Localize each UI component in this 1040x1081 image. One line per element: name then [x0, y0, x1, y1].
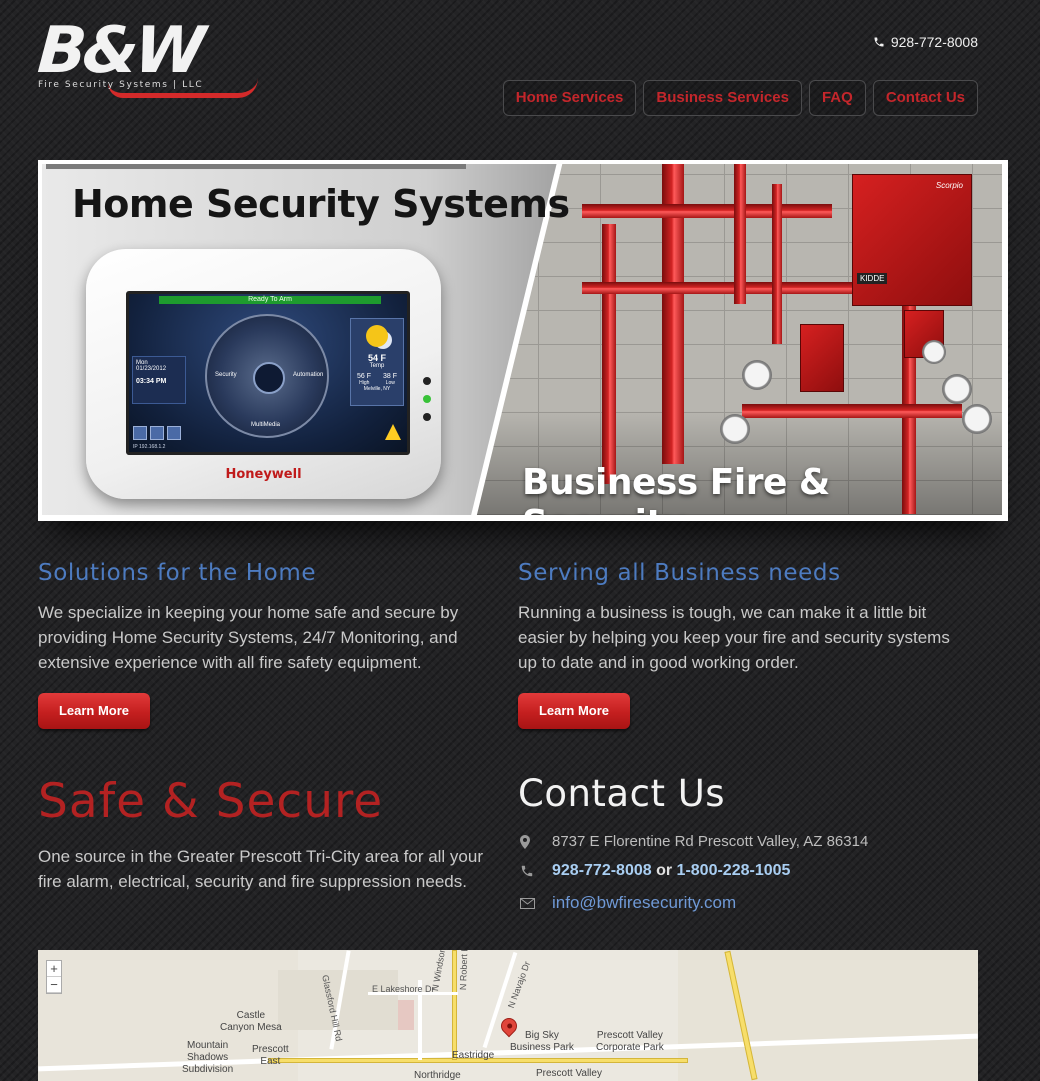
map-road-label: N Windsong Dr	[430, 950, 451, 992]
hero-top-bar	[46, 164, 466, 169]
contact-address-row: 8737 E Florentine Rd Prescott Valley, AZ…	[518, 833, 868, 850]
business-section-title: Serving all Business needs	[518, 560, 841, 586]
panel-weather: 54 F Temp 56 F 38 F High Low Melville, N…	[350, 318, 404, 406]
panel-location: Melville, NY	[363, 386, 391, 392]
contact-phone-or: or	[656, 862, 673, 879]
business-learn-more-button[interactable]: Learn More	[518, 693, 630, 729]
phone-icon	[874, 37, 884, 47]
nav-faq[interactable]: FAQ	[808, 80, 866, 116]
map-road-highway	[452, 950, 457, 1060]
hero-business-title: Business Fire & Security	[522, 462, 830, 515]
led-icon	[423, 395, 431, 403]
contact-title: Contact Us	[518, 772, 726, 815]
pipe	[582, 282, 882, 294]
main-nav: Home Services Business Services FAQ Cont…	[502, 80, 978, 116]
contact-email-link[interactable]: info@bwfiresecurity.com	[552, 893, 736, 913]
map-place-label: Prescott East	[252, 1044, 289, 1067]
panel-time: 03:34 PM	[136, 378, 167, 385]
map-road-label: E Lakeshore Dr	[372, 984, 435, 994]
home-learn-more-button[interactable]: Learn More	[38, 693, 150, 729]
photos-icon	[150, 426, 164, 440]
contact-phone-local[interactable]: 928-772-8008	[552, 862, 652, 879]
panel-brand-label: Scorpio	[935, 181, 963, 190]
safe-secure-title: Safe & Secure	[38, 774, 384, 829]
map-area	[678, 950, 978, 1081]
pipe	[582, 204, 832, 218]
panel-ip: IP 192.168.1.2	[133, 444, 166, 450]
contact-phone-row: 928-772-8008 or 1-800-228-1005	[518, 862, 790, 880]
phone-icon	[518, 864, 552, 878]
nav-contact-us[interactable]: Contact Us	[872, 80, 978, 116]
panel-leds	[423, 377, 431, 421]
map-zoom-in-button[interactable]: +	[47, 961, 61, 977]
panel-security-label: Security	[215, 372, 237, 378]
contact-address: 8737 E Florentine Rd Prescott Valley, AZ…	[552, 833, 869, 850]
contact-email-row: info@bwfiresecurity.com	[518, 893, 736, 913]
map-block	[398, 1000, 414, 1030]
panel-app-icons	[133, 426, 181, 440]
hero-banner[interactable]: Ready To Arm Mon 01/23/2012 03:34 PM Sec…	[38, 160, 1008, 521]
panel-high: 56 F	[356, 373, 371, 380]
gallery-icon	[167, 426, 181, 440]
header-phone-text: 928-772-8008	[890, 34, 978, 50]
panel-low: 38 F	[382, 373, 397, 380]
led-icon	[423, 413, 431, 421]
map-marker-icon	[518, 834, 552, 849]
hero-home-title: Home Security Systems	[72, 182, 570, 226]
pipe	[742, 404, 962, 418]
nav-home-services[interactable]: Home Services	[502, 80, 637, 116]
contact-phone-tollfree[interactable]: 1-800-228-1005	[677, 862, 791, 879]
led-icon	[423, 377, 431, 385]
map-road-label: N Robert Rd	[458, 950, 470, 991]
panel-temp: 54 F	[367, 353, 386, 363]
location-map[interactable]: + − Glassford Hill Rd E Lakeshore Dr N W…	[38, 950, 978, 1081]
pipe	[734, 164, 746, 304]
gauge-icon	[720, 414, 750, 444]
panel-automation-label: Automation	[293, 372, 324, 378]
gauge-icon	[962, 404, 992, 434]
security-panel-image: Ready To Arm Mon 01/23/2012 03:34 PM Sec…	[86, 249, 441, 499]
home-section: Solutions for the Home We specialize in …	[38, 560, 478, 675]
map-place-label: Northridge	[414, 1070, 461, 1081]
map-place-label: Mountain Shadows Subdivision	[182, 1040, 234, 1075]
valve-box	[800, 324, 844, 392]
nav-business-services[interactable]: Business Services	[643, 80, 802, 116]
panel-date: 01/23/2012	[136, 366, 167, 372]
alert-icon	[385, 424, 401, 440]
map-place-label: Big Sky Business Park	[510, 1030, 574, 1053]
gauge-icon	[942, 374, 972, 404]
map-place-label: Eastridge	[452, 1050, 495, 1061]
pipe	[772, 184, 782, 344]
panel-status: Ready To Arm	[159, 296, 381, 304]
gauge-icon	[742, 360, 772, 390]
home-icon	[253, 362, 285, 394]
panel-multimedia-label: MultiMedia	[251, 422, 281, 428]
map-place-label: Castle Canyon Mesa	[220, 1010, 282, 1033]
panel-maker-label: KIDDE	[857, 273, 888, 284]
panel-date-box: Mon 01/23/2012 03:34 PM	[132, 356, 186, 404]
envelope-icon	[518, 897, 552, 909]
panel-screen: Ready To Arm Mon 01/23/2012 03:34 PM Sec…	[126, 291, 410, 455]
map-place-label: Prescott Valley	[536, 1068, 602, 1079]
header-phone[interactable]: 928-772-8008	[873, 34, 978, 50]
home-section-text: We specialize in keeping your home safe …	[38, 603, 459, 672]
safe-secure-text: One source in the Greater Prescott Tri-C…	[38, 847, 484, 891]
weather-icon	[366, 325, 388, 347]
business-section: Serving all Business needs Running a bus…	[518, 560, 958, 675]
logo-mark: B&W	[35, 14, 204, 88]
site-logo[interactable]: B&W Fire Security Systems | LLC	[35, 14, 260, 100]
map-place-label: Prescott Valley Corporate Park	[596, 1030, 664, 1053]
logo-subtitle: Fire Security Systems | LLC	[38, 80, 204, 90]
pipe	[602, 224, 616, 484]
panel-brand: Honeywell	[225, 467, 302, 482]
panel-temp-label: Temp	[369, 363, 385, 369]
control-panel-box: Scorpio KIDDE	[852, 174, 972, 306]
gauge-icon	[922, 340, 946, 364]
tools-icon	[133, 426, 147, 440]
map-zoom-out-button[interactable]: −	[47, 977, 61, 993]
home-section-title: Solutions for the Home	[38, 560, 317, 586]
business-section-text: Running a business is tough, we can make…	[518, 603, 950, 672]
map-zoom-control: + −	[46, 960, 62, 994]
